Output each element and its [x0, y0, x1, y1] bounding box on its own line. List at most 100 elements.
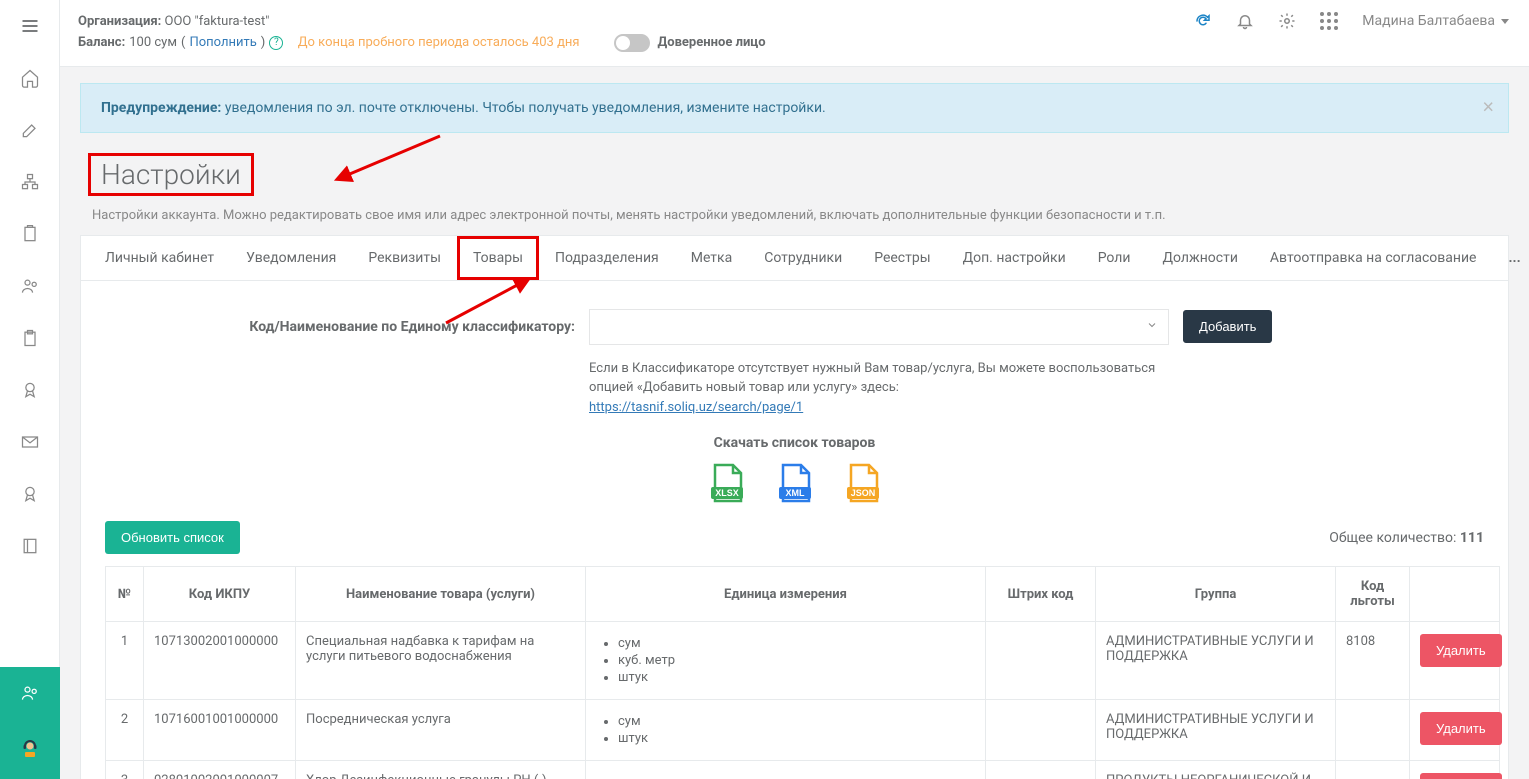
cell-benefit [1336, 700, 1410, 761]
cell-group: АДМИНИСТРАТИВНЫЕ УСЛУГИ И ПОДДЕРЖКА [1096, 700, 1336, 761]
cell-code: 02801002001000007 [144, 761, 296, 779]
th-name: Наименование товара (услуги) [296, 567, 586, 622]
nav-medal[interactable] [0, 364, 60, 416]
chevron-down-icon [1146, 319, 1158, 335]
cell-units: штук [586, 761, 986, 779]
apps-icon[interactable] [1320, 12, 1338, 30]
cell-barcode [986, 700, 1096, 761]
nav-book[interactable] [0, 520, 60, 572]
tab-11[interactable]: Автоотправка на согласование [1254, 236, 1493, 280]
cell-action: Удалить [1410, 700, 1500, 761]
trusted-toggle[interactable] [614, 34, 650, 52]
tab-8[interactable]: Доп. настройки [947, 236, 1082, 280]
cell-num: 1 [106, 622, 144, 700]
nav-support[interactable] [0, 719, 60, 779]
nav-clipboard[interactable] [0, 312, 60, 364]
nav-edit[interactable] [0, 104, 60, 156]
download-json[interactable]: JSON [843, 463, 883, 503]
unit-item: штук [618, 775, 975, 779]
th-num: № [106, 567, 144, 622]
warning-alert: Предупреждение: уведомления по эл. почте… [80, 83, 1509, 133]
unit-item: куб. метр [618, 653, 975, 668]
classifier-select[interactable] [589, 309, 1169, 345]
cell-barcode [986, 622, 1096, 700]
cell-code: 10713002001000000 [144, 622, 296, 700]
tab-1[interactable]: Уведомления [230, 236, 352, 280]
total-value: 111 [1460, 530, 1484, 546]
add-button[interactable]: Добавить [1183, 310, 1272, 343]
balance-label: Баланс: [78, 33, 125, 54]
cell-action: Удалить [1410, 761, 1500, 779]
balance-value: 100 сум [129, 33, 177, 54]
th-unit: Единица измерения [586, 567, 986, 622]
tab-7[interactable]: Реестры [858, 236, 946, 280]
tab-5[interactable]: Метка [675, 236, 749, 280]
help-icon[interactable]: ? [269, 36, 283, 50]
gear-icon[interactable] [1278, 12, 1296, 30]
cell-name: Посредническая услуга [296, 700, 586, 761]
cell-name: Специальная надбавка к тарифам на услуги… [296, 622, 586, 700]
trusted-label: Доверенное лицо [658, 33, 766, 54]
nav-mail[interactable] [0, 416, 60, 468]
tab-4[interactable]: Подразделения [539, 236, 675, 280]
alert-close-button[interactable]: × [1482, 96, 1494, 119]
products-panel: Код/Наименование по Единому классификато… [80, 281, 1509, 779]
nav-home[interactable] [0, 52, 60, 104]
cell-group: АДМИНИСТРАТИВНЫЕ УСЛУГИ И ПОДДЕРЖКА [1096, 622, 1336, 700]
cell-action: Удалить [1410, 622, 1500, 700]
topup-link[interactable]: Пополнить [189, 33, 256, 54]
th-group: Группа [1096, 567, 1336, 622]
cell-units: сумштук [586, 700, 986, 761]
table-row: 302801002001000007Хлор Дезинфекционные г… [106, 761, 1500, 779]
tabs-bar: Личный кабинетУведомленияРеквизитыТовары… [80, 235, 1509, 281]
cell-num: 2 [106, 700, 144, 761]
tab-3[interactable]: Товары [457, 236, 539, 280]
svg-text:XLSX: XLSX [715, 488, 739, 498]
total-label: Общее количество: [1329, 530, 1456, 546]
top-header: Организация: ООО "faktura-test" Баланс: … [60, 0, 1529, 67]
tab-12[interactable]: ... [1492, 236, 1529, 280]
user-menu[interactable]: Мадина Балтабаева [1362, 13, 1509, 29]
cell-name: Хлор Дезинфекционные гранулы PH (-) [296, 761, 586, 779]
tab-0[interactable]: Личный кабинет [89, 236, 230, 280]
cell-barcode [986, 761, 1096, 779]
unit-item: сум [618, 636, 975, 651]
annotation-arrow-1 [340, 131, 450, 195]
cell-benefit [1336, 761, 1410, 779]
nav-docs[interactable] [0, 208, 60, 260]
download-xml[interactable]: XML [775, 463, 815, 503]
org-name: ООО "faktura-test" [165, 14, 270, 29]
tab-6[interactable]: Сотрудники [748, 236, 858, 280]
classifier-label: Код/Наименование по Единому классификато… [105, 319, 575, 335]
caret-down-icon [1501, 19, 1509, 24]
help-link[interactable]: https://tasnif.soliq.uz/search/page/1 [589, 400, 803, 415]
refresh-list-button[interactable]: Обновить список [105, 521, 240, 554]
svg-text:XML: XML [785, 488, 805, 498]
tab-9[interactable]: Роли [1082, 236, 1147, 280]
refresh-icon[interactable] [1194, 12, 1212, 30]
alert-text: уведомления по эл. почте отключены. Чтоб… [225, 100, 826, 116]
nav-tree[interactable] [0, 156, 60, 208]
th-action [1410, 567, 1500, 622]
nav-settings-active[interactable] [0, 667, 60, 719]
cell-code: 10716001001000000 [144, 700, 296, 761]
th-benefit: Код льготы [1336, 567, 1410, 622]
sidebar [0, 0, 60, 779]
table-row: 210716001001000000Посредническая услугас… [106, 700, 1500, 761]
tab-2[interactable]: Реквизиты [352, 236, 457, 280]
cell-group: ПРОДУКТЫ НЕОРГАНИЧЕСКОЙ И [1096, 761, 1336, 779]
nav-users[interactable] [0, 260, 60, 312]
delete-button[interactable]: Удалить [1420, 634, 1502, 667]
nav-medal-2[interactable] [0, 468, 60, 520]
unit-item: штук [618, 731, 975, 746]
cell-benefit: 8108 [1336, 622, 1410, 700]
tab-10[interactable]: Должности [1146, 236, 1253, 280]
th-barcode: Штрих код [986, 567, 1096, 622]
products-table: № Код ИКПУ Наименование товара (услуги) … [105, 566, 1500, 779]
delete-button[interactable]: Удалить [1420, 712, 1502, 745]
download-xlsx[interactable]: XLSX [707, 463, 747, 503]
download-title: Скачать список товаров [105, 435, 1484, 451]
menu-toggle[interactable] [0, 0, 60, 52]
delete-button[interactable]: Удалить [1420, 773, 1502, 779]
bell-icon[interactable] [1236, 12, 1254, 30]
